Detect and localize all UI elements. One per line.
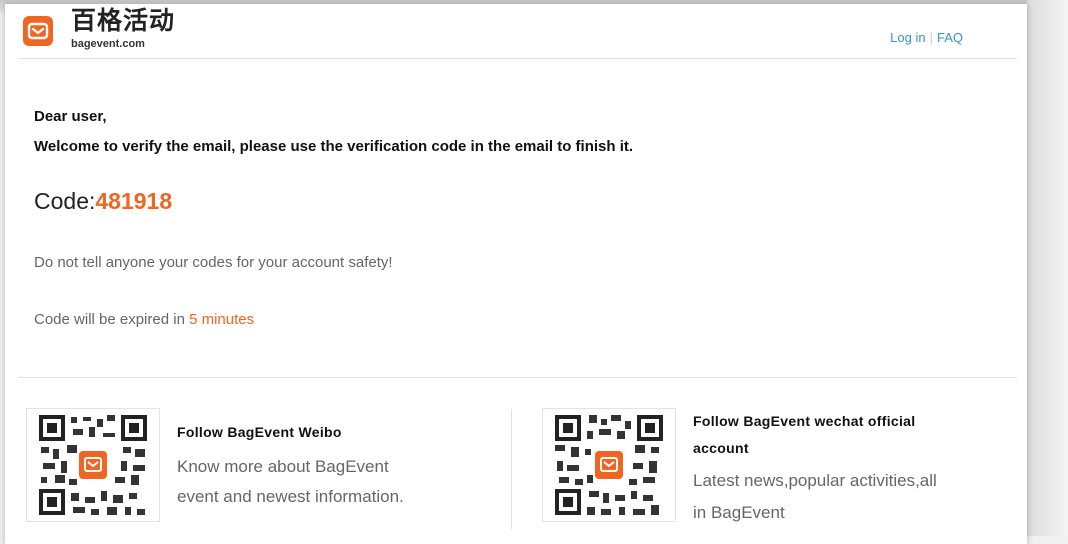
login-link[interactable]: Log in bbox=[890, 30, 925, 45]
email-page: 百格活动 bagevent.com Log in | FAQ Dear user, … bbox=[5, 4, 1027, 544]
window-right-shade bbox=[1027, 0, 1068, 536]
weibo-desc-line1: Know more about BagEvent bbox=[177, 457, 389, 476]
weibo-qr-code-icon bbox=[26, 408, 160, 522]
follow-separator bbox=[511, 409, 512, 529]
greeting: Dear user, bbox=[34, 108, 107, 125]
wechat-desc-line1: Latest news,popular activities,all bbox=[693, 471, 937, 490]
wechat-title-line1: Follow BagEvent wechat official bbox=[693, 413, 916, 429]
code-value: 481918 bbox=[95, 188, 173, 214]
faq-link[interactable]: FAQ bbox=[937, 30, 963, 45]
safety-note: Do not tell anyone your codes for your a… bbox=[34, 254, 393, 271]
logo-domain: bagevent.com bbox=[71, 38, 145, 50]
expiry-note: Code will be expired in 5 minutes bbox=[34, 311, 254, 329]
header-divider bbox=[18, 58, 1017, 59]
top-links: Log in | FAQ bbox=[890, 30, 963, 46]
expiry-value: 5 minutes bbox=[189, 311, 255, 328]
wechat-qr-code-icon bbox=[542, 408, 676, 522]
logo-text[interactable]: 百格活动 bbox=[71, 6, 175, 36]
expiry-prefix: Code will be expired in bbox=[34, 311, 185, 328]
intro-text: Welcome to verify the email, please use … bbox=[34, 138, 634, 155]
weibo-desc-line2: event and newest information. bbox=[177, 487, 404, 506]
wechat-desc-line2: in BagEvent bbox=[693, 503, 785, 522]
weibo-title: Follow BagEvent Weibo bbox=[177, 424, 342, 440]
wechat-title-line2: account bbox=[693, 440, 749, 456]
code-label: Code: bbox=[34, 188, 96, 214]
link-separator: | bbox=[929, 30, 933, 45]
footer-divider bbox=[18, 377, 1017, 378]
verification-code-line: Code:481918 bbox=[34, 188, 172, 214]
bagevent-logo-icon[interactable] bbox=[23, 16, 53, 46]
